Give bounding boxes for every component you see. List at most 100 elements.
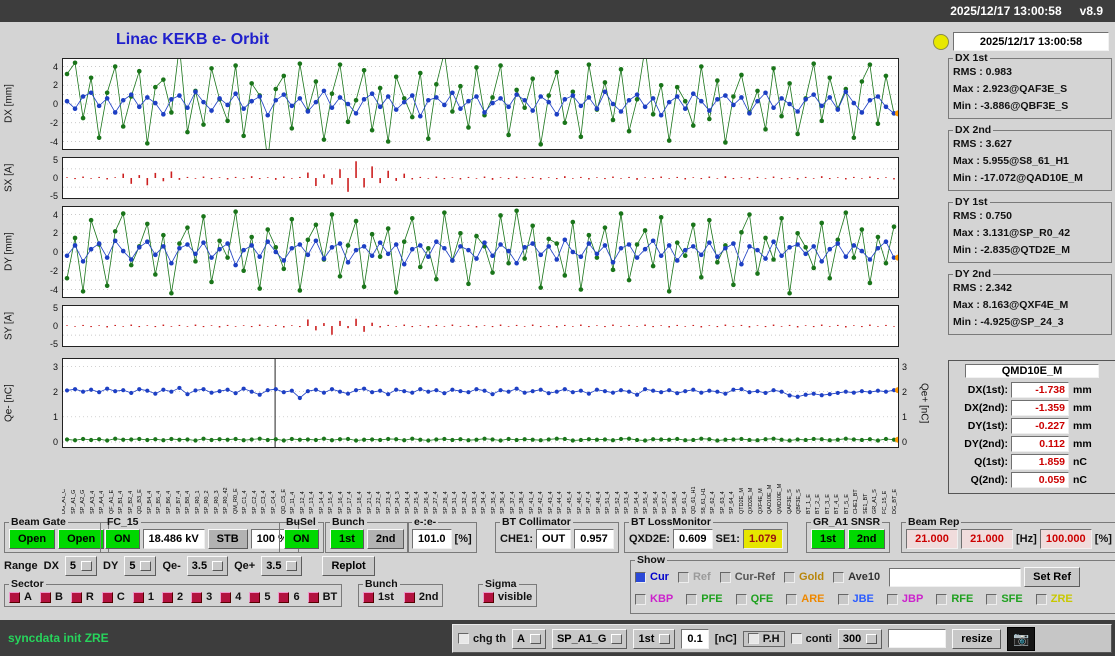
zre-checkbox[interactable]: ZRE — [1035, 593, 1073, 605]
status-message: syncdata init ZRE — [8, 631, 109, 645]
dropdown-value: 5 — [129, 560, 136, 572]
threshold-value-field[interactable]: 0.1 — [681, 628, 709, 649]
snsr-2nd-button[interactable]: 2nd — [847, 529, 886, 549]
5-checkbox[interactable]: 5 — [249, 591, 270, 603]
stat-row: Min : -3.886@QBF3E_S — [953, 100, 1069, 112]
beam-gate-open-1-button[interactable]: Open — [9, 529, 56, 549]
bpm-label: SP_55_4 — [643, 491, 650, 514]
bpm-label: FC_15_E — [882, 490, 889, 514]
kbp-checkbox[interactable]: KBP — [635, 593, 673, 605]
6-checkbox[interactable]: 6 — [278, 591, 300, 603]
camera-button[interactable]: 📷 — [1007, 626, 1036, 651]
bpm-label: QD_B3_E — [137, 489, 144, 514]
replot-button[interactable]: Replot — [322, 556, 375, 576]
bpm-label: SP_52_4 — [614, 491, 621, 514]
range-label: Range — [4, 560, 38, 572]
1-checkbox[interactable]: 1 — [132, 591, 154, 603]
checkbox-icon — [161, 591, 173, 603]
range-dy-dropdown[interactable]: 5 — [124, 556, 157, 576]
sfe-checkbox[interactable]: SFE — [986, 593, 1023, 605]
checkbox-label: A — [24, 591, 32, 603]
bt-lossmonitor-legend: BT LossMonitor — [631, 516, 711, 528]
bpm-select-dropdown[interactable]: SP_A1_G — [551, 628, 628, 649]
visible-checkbox[interactable]: visible — [483, 591, 532, 603]
qfe-checkbox[interactable]: QFE — [735, 593, 773, 605]
beam-rep-pct-label: [%] — [1094, 533, 1112, 545]
bpm-label: SP_23_4 — [385, 491, 392, 514]
checkbox-label: B — [54, 591, 63, 603]
checkbox-label: R — [85, 591, 94, 603]
bpm-label: SP_32_4 — [461, 491, 468, 514]
range-qe--label: Qe+ — [234, 560, 256, 572]
sigma-group: Sigma visible — [478, 578, 538, 607]
chart-dy: DY [mm] 4 2 0 -2 -4 — [2, 206, 899, 298]
ph-checkbox[interactable]: P.H — [742, 630, 785, 647]
qmd-row-unit: mm — [1073, 384, 1092, 396]
resize-button[interactable]: resize — [952, 628, 1002, 649]
bpm-label: SP_21_4 — [366, 491, 373, 514]
interval-dropdown[interactable]: 300 — [837, 628, 883, 649]
range-qe--label: Qe- — [162, 560, 181, 572]
busel-on-button[interactable]: ON — [284, 529, 319, 549]
4-checkbox[interactable]: 4 — [220, 591, 241, 603]
ref-name-input[interactable] — [889, 567, 1022, 587]
a-checkbox[interactable]: A — [9, 591, 32, 603]
chart-dx: DX [mm] 4 2 0 -2 -4 — [2, 58, 899, 150]
are-checkbox[interactable]: ARE — [786, 593, 825, 605]
status-bar: syncdata init ZRE chg th A SP_A1_G 1st 0… — [0, 620, 1115, 656]
gold-checkbox[interactable]: Gold — [784, 571, 824, 583]
qmd-row-value: -0.227 — [1011, 418, 1069, 434]
checkbox-label: 5 — [264, 591, 271, 603]
range-qe--dropdown[interactable]: 3.5 — [186, 556, 229, 576]
show-group: Show Cur Ref Cur-Ref Gold Ave10 Set Ref KBP P… — [630, 554, 1115, 614]
bpm-label: GR_A1_S — [872, 489, 879, 514]
bunch-select-dropdown[interactable]: 1st — [633, 628, 676, 649]
c-checkbox[interactable]: C — [101, 591, 125, 603]
bt-lossmonitor-group: BT LossMonitor QXD2E: 0.609 SE1: 1.079 — [624, 516, 788, 553]
sector-select-dropdown[interactable]: A — [512, 628, 546, 649]
ee-ratio-value: 101.0 — [412, 529, 452, 549]
bpm-label: SP_31_4 — [452, 491, 459, 514]
jbe-checkbox[interactable]: JBE — [837, 593, 874, 605]
status-text-input[interactable] — [888, 629, 947, 648]
1st-checkbox[interactable]: 1st — [363, 591, 394, 603]
fc15-on-button[interactable]: ON — [105, 529, 140, 549]
rfe-checkbox[interactable]: RFE — [936, 593, 973, 605]
b-checkbox[interactable]: B — [39, 591, 63, 603]
r-checkbox[interactable]: R — [70, 591, 94, 603]
dx-y-ticks: 4 2 0 -2 -4 — [49, 61, 58, 147]
page-title: Linac KEKB e- Orbit — [116, 31, 269, 48]
bunch-1st-button[interactable]: 1st — [330, 529, 364, 549]
bpm-label: SP_14_4 — [318, 491, 325, 514]
chart-sx: SX [A] 5 0 -5 — [2, 155, 899, 201]
stat-row: Min : -4.925@SP_24_3 — [953, 316, 1064, 328]
snsr-1st-button[interactable]: 1st — [811, 529, 845, 549]
ref-checkbox[interactable]: Ref — [677, 571, 711, 583]
cur-ref-checkbox[interactable]: Cur-Ref — [719, 571, 775, 583]
chg-th-checkbox[interactable]: chg th — [458, 633, 506, 645]
ave10-checkbox[interactable]: Ave10 — [833, 571, 880, 583]
set-ref-button[interactable]: Set Ref — [1024, 567, 1081, 587]
bpm-label: SP_B2_4 — [127, 490, 134, 514]
conti-check-icon — [790, 633, 802, 644]
range-dx-dropdown[interactable]: 5 — [64, 556, 98, 576]
2-checkbox[interactable]: 2 — [161, 591, 183, 603]
stat-row: RMS : 0.983 — [953, 66, 1012, 78]
beam-gate-open-2-button[interactable]: Open — [58, 529, 105, 549]
3-checkbox[interactable]: 3 — [191, 591, 212, 603]
cur-checkbox[interactable]: Cur — [635, 571, 669, 583]
pfe-checkbox[interactable]: PFE — [686, 593, 723, 605]
checkbox-icon — [936, 593, 948, 605]
bt-checkbox[interactable]: BT — [307, 591, 337, 603]
checkbox-icon — [833, 571, 845, 583]
jbp-checkbox[interactable]: JBP — [886, 593, 923, 605]
fc15-stb-button[interactable]: STB — [207, 529, 248, 549]
2nd-checkbox[interactable]: 2nd — [403, 591, 438, 603]
stat-row: Max : 8.163@QXF4E_M — [953, 299, 1069, 311]
conti-checkbox[interactable]: conti — [790, 633, 832, 645]
bunch-2nd-button[interactable]: 2nd — [366, 529, 405, 549]
range-qe--dropdown[interactable]: 3.5 — [261, 556, 303, 576]
bunch-legend: Bunch — [332, 516, 365, 528]
checkbox-icon — [101, 591, 113, 603]
dy-y-ticks: 4 2 0 -2 -4 — [49, 209, 58, 295]
